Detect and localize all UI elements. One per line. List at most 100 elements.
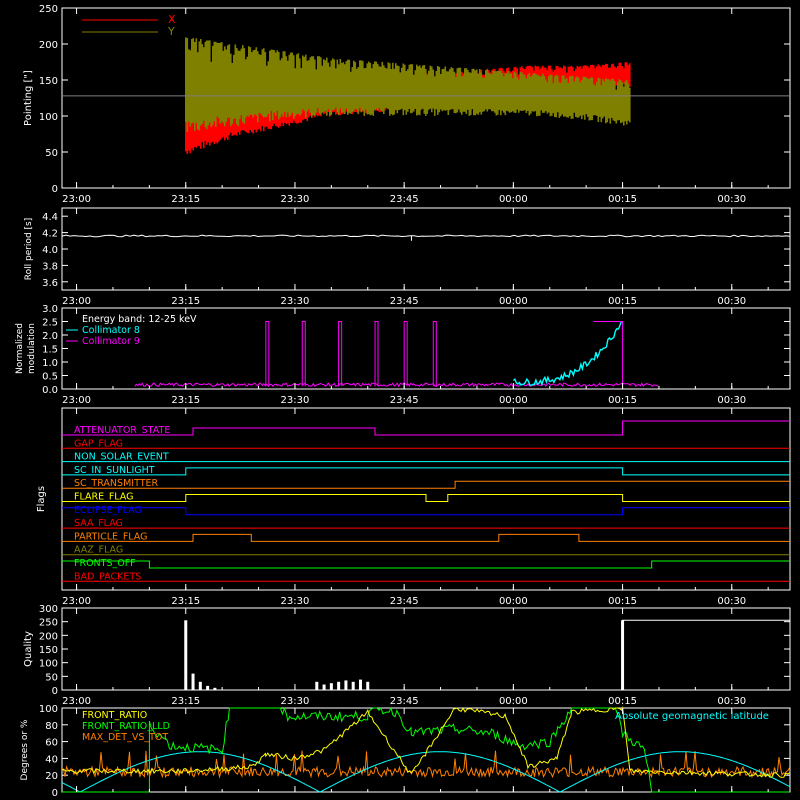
flag-line-attenuator_state <box>62 420 790 436</box>
pointing-y-label: Pointing ["] <box>23 70 34 126</box>
roll-x-tick-label: 00:00 <box>499 296 528 307</box>
pointing-x-tick-label: 23:45 <box>390 194 419 205</box>
modulation-legend-label: Energy band: 12-25 keV <box>82 314 197 325</box>
flag-label-aaz_flag: AAZ_FLAG <box>74 545 123 556</box>
flag-line-sc_transmitter <box>62 480 790 489</box>
flags-x-tick-label: 23:45 <box>390 596 419 607</box>
modulation-collimator-9 <box>134 382 659 388</box>
modulation-y-tick-label: 3.0 <box>42 304 58 315</box>
quality-y-tick-label: 250 <box>39 618 58 629</box>
quality-y-tick-label: 200 <box>39 631 58 642</box>
quality-y-label: Quality <box>23 631 34 667</box>
flags-x-tick-label: 23:15 <box>171 596 200 607</box>
fractions-y-tick-label: 100 <box>39 704 58 715</box>
modulation-x-tick-label: 23:45 <box>390 395 419 406</box>
flags-x-tick-label: 00:15 <box>608 596 637 607</box>
quality-y-tick-label: 150 <box>39 645 58 656</box>
pointing-x-tick-label: 23:00 <box>62 194 91 205</box>
fractions-y-tick-label: 60 <box>45 738 58 749</box>
modulation-x-tick-label: 00:00 <box>499 395 528 406</box>
flags-x-tick-label: 00:30 <box>717 596 746 607</box>
flag-label-eclipse_flag: ECLIPSE_FLAG <box>74 505 142 516</box>
fractions-y-tick-label: 0 <box>52 788 58 799</box>
modulation-x-tick-label: 23:00 <box>62 395 91 406</box>
roll-x-tick-label: 23:45 <box>390 296 419 307</box>
modulation-y-tick-label: 2.0 <box>42 331 58 342</box>
fractions-y-tick-label: 20 <box>45 771 58 782</box>
pointing-y-tick-label: 200 <box>39 40 58 51</box>
pointing-y-tick-label: 250 <box>39 4 58 15</box>
roll-series <box>61 234 791 238</box>
pointing-y-tick-label: 50 <box>45 148 58 159</box>
roll-y-tick-label: 4.2 <box>42 229 58 240</box>
modulation-collimator-8 <box>512 321 623 387</box>
modulation-spike <box>265 321 270 387</box>
flag-line-eclipse_flag <box>62 507 790 516</box>
modulation-y-label-1: Normalized <box>15 323 25 374</box>
flag-label-gap_flag: GAP_FLAG <box>74 438 123 449</box>
pointing-x-tick-label: 00:30 <box>717 194 746 205</box>
quality-x-tick-label: 23:00 <box>62 696 91 707</box>
quality-y-tick-label: 50 <box>45 672 58 683</box>
pointing-x-tick-label: 23:30 <box>281 194 310 205</box>
quality-bar <box>206 685 210 690</box>
chart-canvas: 050100150200250Pointing ["]XY23:00 23:15 2… <box>15 4 791 799</box>
modulation-y-tick-label: 1.0 <box>42 358 58 369</box>
quality-bar <box>198 681 202 690</box>
quality-bar <box>358 679 362 690</box>
modulation-x-tick-label: 00:15 <box>608 395 637 406</box>
quality-x-tick-label: 00:15 <box>608 696 637 707</box>
quality-x-tick-label: 23:15 <box>171 696 200 707</box>
modulation-x-tick-label: 00:30 <box>717 395 746 406</box>
roll-x-tick-label: 00:15 <box>608 296 637 307</box>
pointing-y-tick-label: 150 <box>39 76 58 87</box>
pointing-y-tick-label: 100 <box>39 112 58 123</box>
flag-label-non_solar_event: NON_SOLAR_EVENT <box>74 452 169 463</box>
roll-x-tick-label: 00:30 <box>717 296 746 307</box>
modulation-y-label-2: modulation <box>27 323 37 374</box>
roll-x-tick-label: 23:30 <box>281 296 310 307</box>
modulation-spike <box>403 321 408 387</box>
quality-y-tick-label: 100 <box>39 659 58 670</box>
flag-label-sc_transmitter: SC_TRANSMITTER <box>74 478 159 489</box>
modulation-legend-label: Collimator 9 <box>82 336 140 347</box>
chart-figure: 0 50 100 150 200 250 Pointing ["] X Y 23:00 23:15 2… <box>0 0 800 800</box>
quality-y-tick-label: 0 <box>52 686 58 697</box>
pointing-y-tick-label: 0 <box>52 184 58 195</box>
quality-bar <box>344 680 348 690</box>
flag-line-fronts_off <box>62 560 790 569</box>
pointing-x-tick-label: 00:00 <box>499 194 528 205</box>
quality-x-tick-label: 23:30 <box>281 696 310 707</box>
fractions-legend-label: FRONT_RATIO <box>82 710 147 721</box>
flag-label-bad_packets: BAD_PACKETS <box>74 571 141 582</box>
flags-x-tick-label: 00:00 <box>499 596 528 607</box>
fractions-latitude-label: Absolute geomagnetic latitude <box>615 711 769 722</box>
modulation-spike <box>301 321 306 387</box>
fractions-y-label: Degrees or % <box>20 719 30 780</box>
flag-line-flare_flag <box>62 494 790 502</box>
fractions-legend-label: MAX_DET_VS_TOT <box>82 732 168 743</box>
roll-y-tick-label: 4.0 <box>42 245 58 256</box>
quality-bar <box>315 681 319 690</box>
modulation-plateau <box>593 321 624 387</box>
modulation-spike <box>338 321 343 387</box>
flag-line-sc_in_sunlight <box>62 467 790 476</box>
quality-x-tick-label: 23:45 <box>390 696 419 707</box>
modulation-legend-label: Collimator 8 <box>82 325 140 336</box>
modulation-x-tick-label: 23:30 <box>281 395 310 406</box>
modulation-y-tick-label: 0.0 <box>42 385 58 396</box>
flags-x-tick-label: 23:00 <box>62 596 91 607</box>
fractions-y-tick-label: 40 <box>45 754 58 765</box>
quality-x-tick-label: 00:00 <box>499 696 528 707</box>
modulation-spike <box>374 321 379 387</box>
flags-y-label: Flags <box>36 486 47 512</box>
fractions-latitude <box>61 751 791 793</box>
pointing-x-tick-label: 00:15 <box>608 194 637 205</box>
quality-bar <box>213 687 217 690</box>
legend-label-y: Y <box>167 25 175 38</box>
quality-bar <box>184 620 188 690</box>
roll-y-tick-label: 3.8 <box>42 261 58 272</box>
modulation-y-tick-label: 1.5 <box>42 345 58 356</box>
roll-y-tick-label: 3.6 <box>42 278 58 289</box>
quality-y-tick-label: 300 <box>39 604 58 615</box>
